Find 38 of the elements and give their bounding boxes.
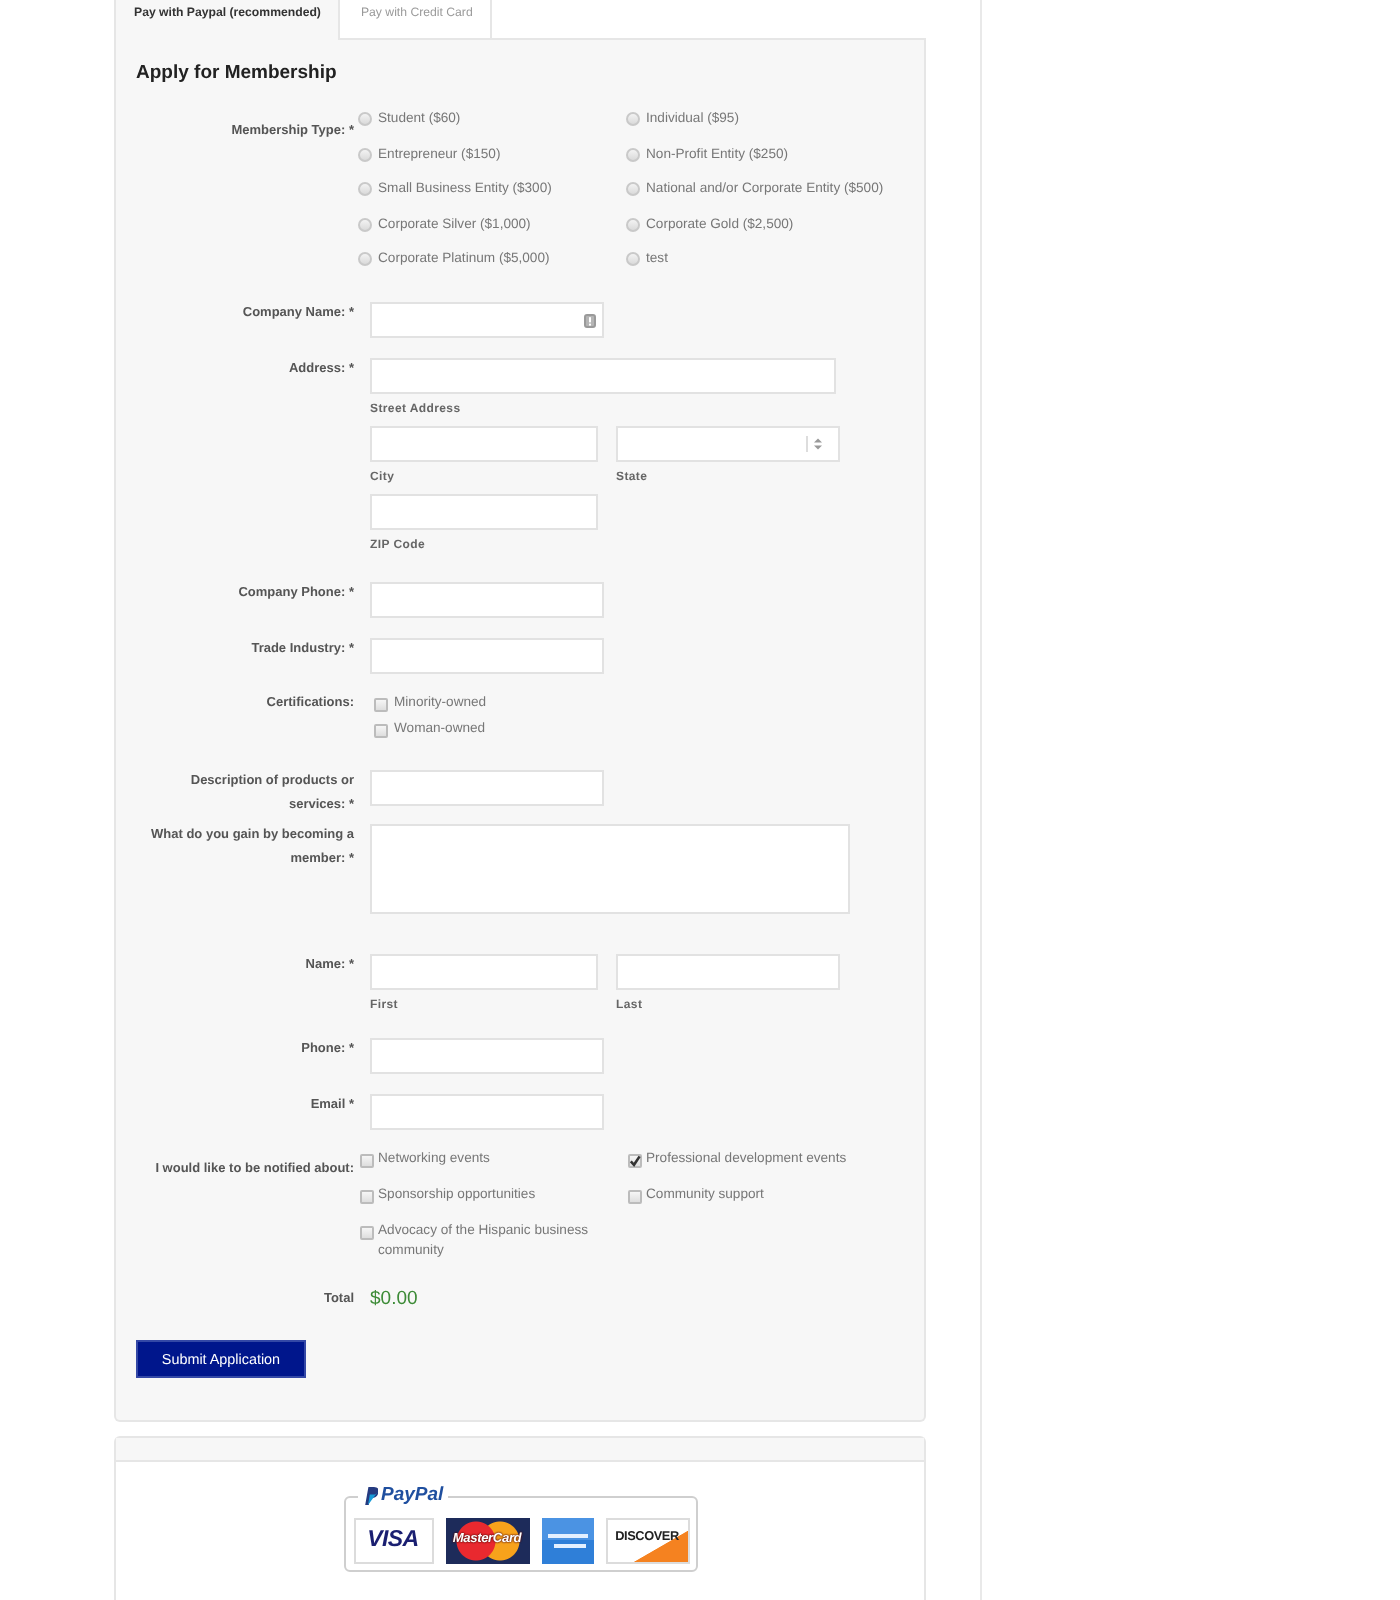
visa-logo: VISA	[353, 1518, 433, 1564]
city-field[interactable]	[370, 426, 598, 462]
checkbox[interactable]	[360, 1225, 374, 1239]
checkbox[interactable]	[360, 1153, 374, 1167]
radio-button[interactable]	[626, 112, 640, 127]
checkbox[interactable]	[374, 697, 388, 711]
text-field[interactable]	[370, 1038, 604, 1074]
first-name-field[interactable]	[370, 954, 598, 990]
radio-button[interactable]	[358, 112, 372, 127]
text-field[interactable]	[370, 638, 604, 674]
radio-button[interactable]	[626, 252, 640, 267]
checkbox[interactable]	[360, 1189, 374, 1203]
radio-button[interactable]	[626, 182, 640, 197]
checkbox[interactable]	[628, 1189, 642, 1203]
state-select[interactable]	[616, 426, 840, 462]
checkbox[interactable]	[628, 1153, 642, 1167]
paypal-logo: PayPal	[381, 1486, 444, 1506]
street-address-field[interactable]	[370, 358, 836, 394]
checkmark-icon	[628, 1153, 642, 1167]
checkbox[interactable]	[374, 723, 388, 737]
radio-button[interactable]	[358, 147, 372, 162]
last-name-field[interactable]	[616, 954, 840, 990]
text-field[interactable]	[370, 770, 604, 806]
radio-button[interactable]	[626, 147, 640, 162]
radio-button[interactable]	[358, 252, 372, 267]
radio-button[interactable]	[358, 217, 372, 232]
logo-mark-icon	[361, 1486, 377, 1506]
up-down-arrows-icon	[806, 436, 828, 452]
text-field[interactable]	[370, 582, 604, 618]
payment-card-icon	[541, 1518, 593, 1564]
total-amount: $0.00	[370, 1288, 418, 1312]
zip-code-field[interactable]	[370, 494, 598, 530]
text-area[interactable]	[370, 824, 850, 914]
text-field[interactable]	[370, 302, 604, 338]
radio-button[interactable]	[358, 182, 372, 197]
radio-button[interactable]	[626, 217, 640, 232]
form-title: Apply for Membership	[136, 62, 337, 86]
text-field[interactable]	[370, 1094, 604, 1130]
